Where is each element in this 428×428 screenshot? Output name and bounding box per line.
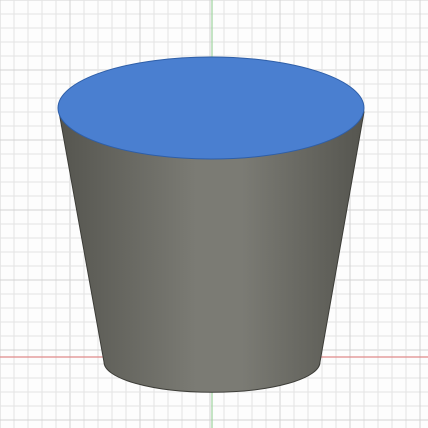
top-face[interactable] (57, 56, 365, 160)
viewport-canvas[interactable] (0, 0, 428, 428)
3d-viewport[interactable] (0, 0, 428, 428)
